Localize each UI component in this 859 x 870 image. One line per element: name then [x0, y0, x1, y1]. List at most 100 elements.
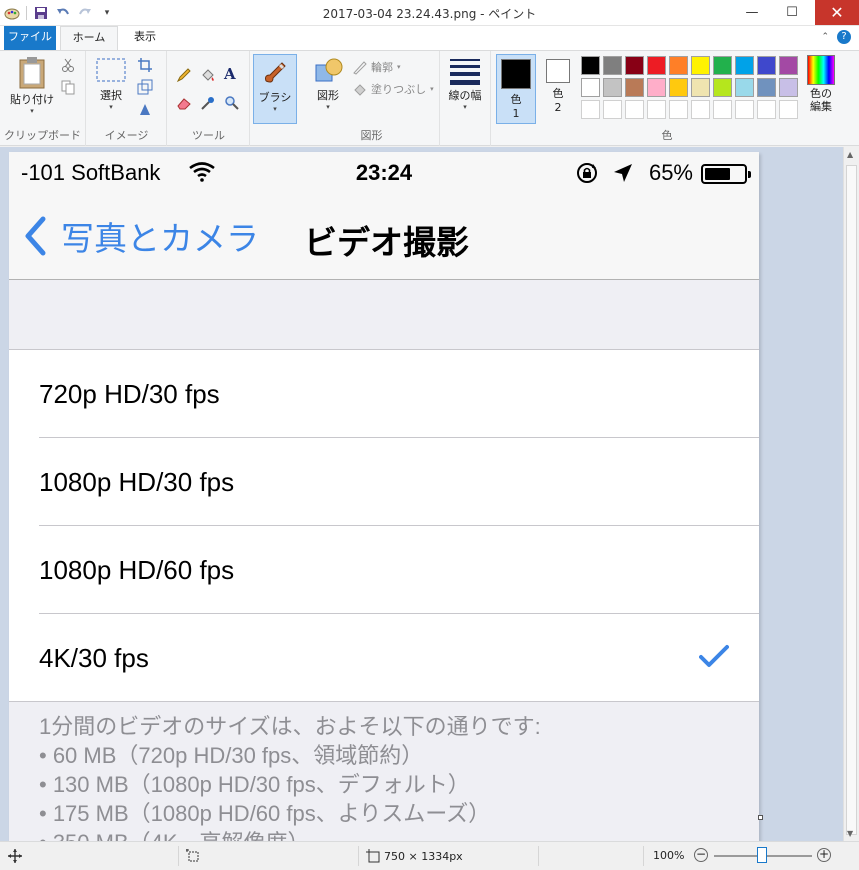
maximize-button[interactable]: ☐: [775, 0, 809, 25]
colors-group: 色 1 色 2 色の編集 色: [492, 51, 842, 146]
color-swatch[interactable]: [691, 56, 710, 75]
paste-button[interactable]: 貼り付け ▾: [8, 55, 56, 115]
video-format-option[interactable]: 1080p HD/30 fps: [9, 438, 759, 526]
custom-color-swatch[interactable]: [603, 100, 622, 119]
color-swatch[interactable]: [581, 56, 600, 75]
color-swatch[interactable]: [691, 78, 710, 97]
shapes-button[interactable]: 図形 ▾: [308, 55, 348, 111]
tab-view[interactable]: 表示: [122, 26, 168, 50]
custom-color-swatch[interactable]: [691, 100, 710, 119]
color-swatch[interactable]: [647, 78, 666, 97]
custom-color-swatch[interactable]: [647, 100, 666, 119]
outline-button[interactable]: 輪郭 ▾: [352, 59, 401, 75]
shapes-group-label: 図形: [360, 129, 383, 142]
battery-percentage: 65%: [648, 160, 693, 185]
tab-file[interactable]: ファイル: [4, 26, 56, 50]
video-format-label: 1080p HD/60 fps: [39, 555, 235, 585]
color-swatch[interactable]: [581, 78, 600, 97]
custom-color-swatch[interactable]: [779, 100, 798, 119]
selection-size-icon: [186, 849, 199, 862]
edit-colors-button[interactable]: 色の編集: [804, 55, 838, 113]
shapes-icon: [315, 58, 343, 82]
custom-color-swatch[interactable]: [735, 100, 754, 119]
canvas-workspace[interactable]: -101 SoftBank 23:24 65% 写真とカメラ ビデオ撮影 720…: [0, 147, 843, 841]
help-icon[interactable]: ?: [837, 30, 851, 44]
text-tool-icon[interactable]: A: [224, 65, 240, 83]
navigation-bar: 写真とカメラ ビデオ撮影: [9, 192, 759, 280]
paste-dropdown-icon[interactable]: ▾: [8, 107, 56, 115]
fill-icon: [354, 84, 366, 96]
color-swatch[interactable]: [713, 78, 732, 97]
color-swatch[interactable]: [603, 56, 622, 75]
size-dropdown-icon[interactable]: ▾: [443, 103, 487, 111]
color-swatch[interactable]: [779, 78, 798, 97]
color-swatch[interactable]: [603, 78, 622, 97]
back-button[interactable]: 写真とカメラ: [23, 212, 259, 260]
zoom-slider-thumb[interactable]: [757, 847, 767, 863]
zoom-out-button[interactable]: −: [694, 848, 708, 862]
selection-rectangle-icon: [96, 58, 126, 82]
brushes-button[interactable]: ブラシ ▾: [253, 54, 297, 124]
color-swatch[interactable]: [713, 56, 732, 75]
outline-label: 輪郭: [371, 61, 393, 74]
color-swatch[interactable]: [779, 56, 798, 75]
color-swatch[interactable]: [625, 78, 644, 97]
crop-icon[interactable]: [137, 57, 153, 73]
custom-color-swatch[interactable]: [625, 100, 644, 119]
minimize-button[interactable]: —: [735, 0, 769, 25]
cut-icon[interactable]: [60, 57, 76, 73]
color2-button[interactable]: 色 2: [540, 59, 576, 114]
colors-group-label: 色: [661, 129, 673, 142]
color-swatch[interactable]: [757, 56, 776, 75]
video-format-option[interactable]: 720p HD/30 fps: [9, 350, 759, 438]
collapse-ribbon-icon[interactable]: ⌃: [821, 32, 829, 42]
color-swatch[interactable]: [669, 56, 688, 75]
color-swatch[interactable]: [735, 56, 754, 75]
shapes-group: 図形 ▾ 輪郭 ▾ 塗りつぶし ▾ 図形: [304, 51, 440, 146]
brushes-dropdown-icon[interactable]: ▾: [254, 105, 296, 113]
ios-status-bar: -101 SoftBank 23:24 65%: [9, 152, 759, 192]
custom-color-swatch[interactable]: [669, 100, 688, 119]
color-swatch[interactable]: [735, 78, 754, 97]
color-picker-icon[interactable]: [200, 95, 216, 111]
resize-icon[interactable]: [137, 79, 153, 95]
resize-handle[interactable]: [758, 815, 763, 820]
zoom-in-button[interactable]: +: [817, 848, 831, 862]
tab-home[interactable]: ホーム: [60, 26, 118, 51]
cursor-position-icon: [8, 849, 22, 863]
size-button[interactable]: 線の幅 ▾: [443, 55, 487, 111]
color-swatch[interactable]: [757, 78, 776, 97]
video-format-option[interactable]: 1080p HD/60 fps: [9, 526, 759, 614]
vertical-scrollbar[interactable]: ▲ ▼: [843, 147, 859, 841]
footnote-line: • 60 MB（720p HD/30 fps、領域節約）: [39, 743, 424, 768]
magnifier-icon[interactable]: [224, 95, 240, 111]
copy-icon[interactable]: [60, 79, 76, 95]
image-canvas[interactable]: -101 SoftBank 23:24 65% 写真とカメラ ビデオ撮影 720…: [9, 152, 759, 841]
scrollbar-thumb[interactable]: [846, 165, 857, 835]
custom-color-swatch[interactable]: [757, 100, 776, 119]
custom-color-swatch[interactable]: [581, 100, 600, 119]
window-title: 2017-03-04 23.24.43.png - ペイント: [322, 7, 537, 21]
zoom-level: 100%: [653, 849, 685, 862]
scroll-down-icon[interactable]: ▼: [847, 829, 853, 838]
color-spectrum-icon: [807, 55, 835, 85]
custom-color-swatch[interactable]: [713, 100, 732, 119]
scroll-up-icon[interactable]: ▲: [847, 150, 853, 159]
clipboard-icon: [19, 57, 45, 89]
fill-bucket-icon[interactable]: [200, 67, 216, 83]
chevron-left-icon: [25, 216, 46, 256]
select-dropdown-icon[interactable]: ▾: [93, 103, 129, 111]
color-swatch[interactable]: [669, 78, 688, 97]
close-button[interactable]: ✕: [815, 0, 859, 25]
shapes-dropdown-icon[interactable]: ▾: [308, 103, 348, 111]
rotate-icon[interactable]: [137, 101, 153, 117]
color1-button[interactable]: 色 1: [496, 54, 536, 124]
tools-group-label: ツール: [192, 129, 225, 142]
color-swatch[interactable]: [625, 56, 644, 75]
eraser-icon[interactable]: [176, 95, 192, 111]
color-swatch[interactable]: [647, 56, 666, 75]
video-format-option[interactable]: 4K/30 fps: [9, 614, 759, 702]
pencil-icon[interactable]: [176, 67, 192, 83]
select-button[interactable]: 選択 ▾: [93, 55, 129, 111]
fill-button[interactable]: 塗りつぶし ▾: [352, 81, 434, 97]
